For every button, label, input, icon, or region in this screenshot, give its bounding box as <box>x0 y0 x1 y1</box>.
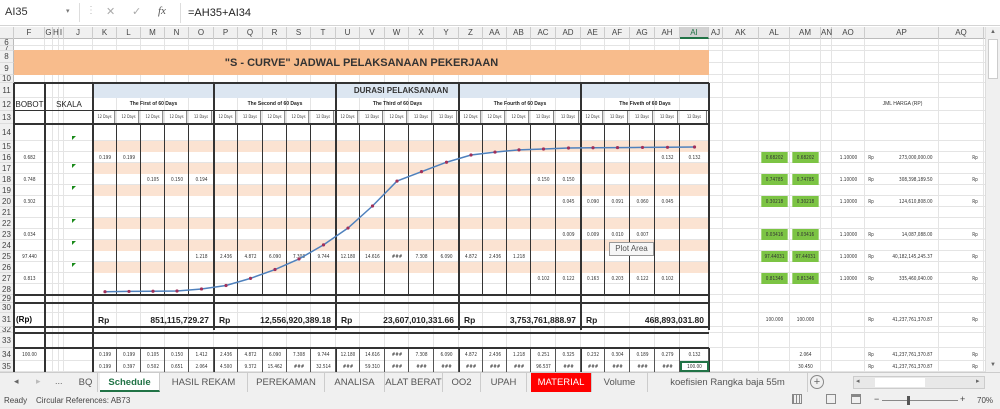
s-curve-point <box>175 289 179 293</box>
s-curve-point <box>469 153 473 157</box>
sheet-tab-schedule[interactable]: Schedule <box>100 373 160 392</box>
scroll-right-icon[interactable]: ▸ <box>976 377 980 385</box>
tab-prev-icon[interactable]: ◂ <box>14 376 19 387</box>
normal-view-icon[interactable] <box>792 394 802 404</box>
s-curve-point <box>692 145 697 149</box>
s-curve-point <box>665 145 670 149</box>
sheet-tab-upah[interactable]: UPAH <box>481 373 527 392</box>
s-curve-point <box>127 289 131 294</box>
scroll-left-icon[interactable]: ◂ <box>856 377 860 385</box>
page-layout-icon[interactable] <box>826 394 836 404</box>
sheet-tab-koefisien-rangka-baja-55m[interactable]: koefisien Rangka baja 55m <box>648 373 808 392</box>
vertical-scrollbar[interactable]: ▲ ▼ <box>985 27 1000 372</box>
s-curve-point <box>224 283 228 288</box>
sheet-tab-volume[interactable]: Volume <box>592 373 648 392</box>
s-curve-line <box>104 146 695 293</box>
s-curve-point <box>541 147 546 151</box>
plot-area-tooltip: Plot Area <box>609 242 654 256</box>
s-curve-point <box>199 287 204 291</box>
s-curve-point <box>566 146 571 150</box>
s-curve-point <box>103 290 107 294</box>
status-bar: Ready Circular References: AB73 − + 70% <box>0 392 1000 409</box>
sheet-tab-hasil-rekam[interactable]: HASIL REKAM <box>160 373 248 392</box>
sheet-tabs-bar: ◂ ▸ ... BQ Schedule HASIL REKAM PEREKAMAN AN… <box>0 372 1000 392</box>
zoom-slider-thumb[interactable] <box>907 396 910 405</box>
zoom-slider[interactable] <box>882 400 958 401</box>
tab-next-icon[interactable]: ▸ <box>36 376 41 387</box>
s-curve-point <box>151 289 155 293</box>
scroll-down-icon[interactable]: ▼ <box>990 362 996 368</box>
s-curve-point <box>370 204 375 208</box>
s-curve-point <box>444 160 449 164</box>
s-curve-point <box>493 150 497 154</box>
s-curve-point <box>346 226 350 230</box>
page-break-preview-icon[interactable] <box>851 394 861 404</box>
add-sheet-button[interactable]: + <box>810 375 824 389</box>
s-curve-point <box>395 179 399 183</box>
s-curve-point <box>615 145 620 150</box>
s-curve-point <box>321 243 326 247</box>
zoom-in-icon[interactable]: + <box>960 394 965 404</box>
zoom-level[interactable]: 70% <box>977 396 993 405</box>
sheet-tab-perekaman[interactable]: PEREKAMAN <box>248 373 325 392</box>
worksheet-grid[interactable]: 6 7 8 9 10 11 12 13 14 15 16 17 18 19 20 21 22 23 24 25 26 27… <box>0 0 1000 372</box>
s-curve-chart[interactable] <box>0 0 1000 372</box>
tab-more-button[interactable]: ... <box>55 376 63 386</box>
sheet-tab-bq[interactable]: BQ <box>74 373 98 392</box>
sheet-tab-alat-berat[interactable]: ALAT BERAT <box>385 373 443 392</box>
h-scroll-thumb[interactable] <box>875 378 925 387</box>
s-curve-point <box>419 170 424 174</box>
sheet-tab-material[interactable]: MATERIAL <box>531 373 592 392</box>
sheet-tab-analisa[interactable]: ANALISA <box>325 373 385 392</box>
s-curve-point <box>297 257 301 261</box>
sheet-tab-oo2[interactable]: OO2 <box>443 373 481 392</box>
scroll-thumb[interactable] <box>988 39 998 79</box>
s-curve-point <box>591 146 595 150</box>
s-curve-point <box>248 276 253 280</box>
s-curve-point <box>640 145 645 150</box>
zoom-out-icon[interactable]: − <box>874 394 879 404</box>
status-circular-references[interactable]: Circular References: AB73 <box>36 396 130 405</box>
s-curve-point <box>517 148 521 152</box>
scroll-up-icon[interactable]: ▲ <box>990 29 996 35</box>
status-ready: Ready <box>4 396 28 405</box>
s-curve-point <box>273 267 277 272</box>
horizontal-scrollbar[interactable]: ◂ ▸ <box>853 376 985 389</box>
